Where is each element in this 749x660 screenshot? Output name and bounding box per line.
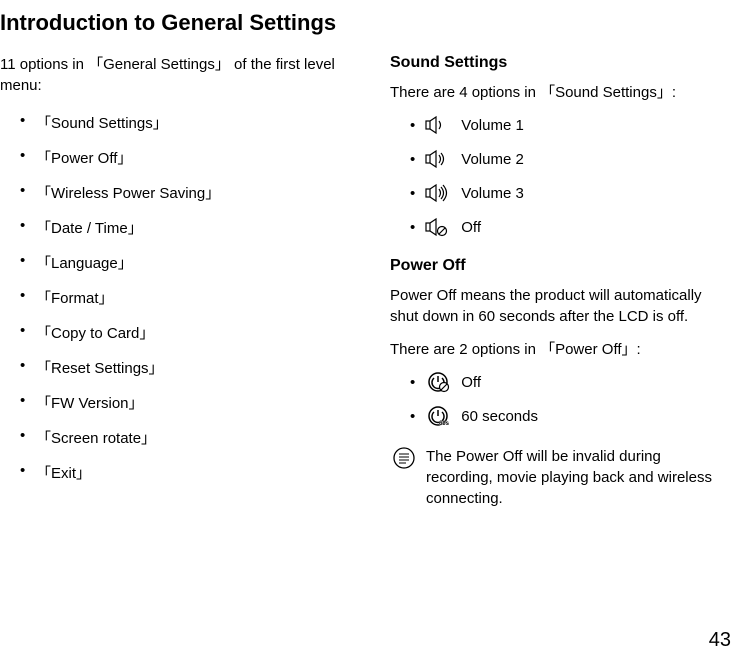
page-title: Introduction to General Settings	[0, 10, 729, 36]
bullet: •	[410, 374, 415, 391]
power-off-list: • Off •	[390, 372, 729, 426]
volume-1-label: Volume 1	[461, 117, 524, 134]
volume-2-icon	[425, 149, 453, 169]
svg-text:60s: 60s	[439, 421, 450, 427]
note-icon	[392, 446, 416, 470]
power-off-intro: There are 2 options in 「Power Off」:	[390, 339, 729, 360]
general-settings-list: 「Sound Settings」 「Power Off」 「Wireless P…	[0, 112, 350, 483]
power-off-off-label: Off	[461, 374, 481, 391]
list-item: • Off	[410, 217, 729, 237]
bullet: •	[410, 219, 415, 236]
bullet: •	[410, 185, 415, 202]
power-60s-label: 60 seconds	[461, 408, 538, 425]
volume-2-label: Volume 2	[461, 151, 524, 168]
list-item: • Volume 2	[410, 149, 729, 169]
list-item: 「Format」	[20, 287, 350, 308]
list-item: 「Reset Settings」	[20, 357, 350, 378]
list-item: • 60s 60 seconds	[410, 406, 729, 426]
list-item: 「Exit」	[20, 462, 350, 483]
sound-settings-list: • Volume 1 •	[390, 115, 729, 237]
power-off-description: Power Off means the product will automat…	[390, 285, 729, 327]
note-text: The Power Off will be invalid during rec…	[426, 446, 729, 509]
bullet: •	[410, 151, 415, 168]
list-item: 「FW Version」	[20, 392, 350, 413]
volume-off-label: Off	[461, 219, 481, 236]
note-box: The Power Off will be invalid during rec…	[390, 446, 729, 509]
list-item: 「Copy to Card」	[20, 322, 350, 343]
list-item: 「Sound Settings」	[20, 112, 350, 133]
power-60s-icon: 60s	[425, 406, 453, 426]
list-item: • Off	[410, 372, 729, 392]
sound-settings-heading: Sound Settings	[390, 54, 729, 72]
volume-off-icon	[425, 217, 453, 237]
list-item: 「Power Off」	[20, 147, 350, 168]
content-columns: 11 options in 「General Settings」 of the …	[0, 54, 729, 529]
list-item: • Volume 3	[410, 183, 729, 203]
volume-3-icon	[425, 183, 453, 203]
volume-1-icon	[425, 115, 453, 135]
right-column: Sound Settings There are 4 options in 「S…	[390, 54, 729, 529]
sound-settings-section: Sound Settings There are 4 options in 「S…	[390, 54, 729, 237]
power-off-icon	[425, 372, 453, 392]
list-item: 「Language」	[20, 252, 350, 273]
list-item: 「Wireless Power Saving」	[20, 182, 350, 203]
list-item: • Volume 1	[410, 115, 729, 135]
intro-text: 11 options in 「General Settings」 of the …	[0, 54, 350, 96]
page-number: 43	[709, 629, 731, 652]
sound-settings-intro: There are 4 options in 「Sound Settings」:	[390, 82, 729, 103]
bullet: •	[410, 117, 415, 134]
bullet: •	[410, 408, 415, 425]
list-item: 「Date / Time」	[20, 217, 350, 238]
left-column: 11 options in 「General Settings」 of the …	[0, 54, 350, 529]
power-off-heading: Power Off	[390, 257, 729, 275]
volume-3-label: Volume 3	[461, 185, 524, 202]
power-off-section: Power Off Power Off means the product wi…	[390, 257, 729, 509]
list-item: 「Screen rotate」	[20, 427, 350, 448]
